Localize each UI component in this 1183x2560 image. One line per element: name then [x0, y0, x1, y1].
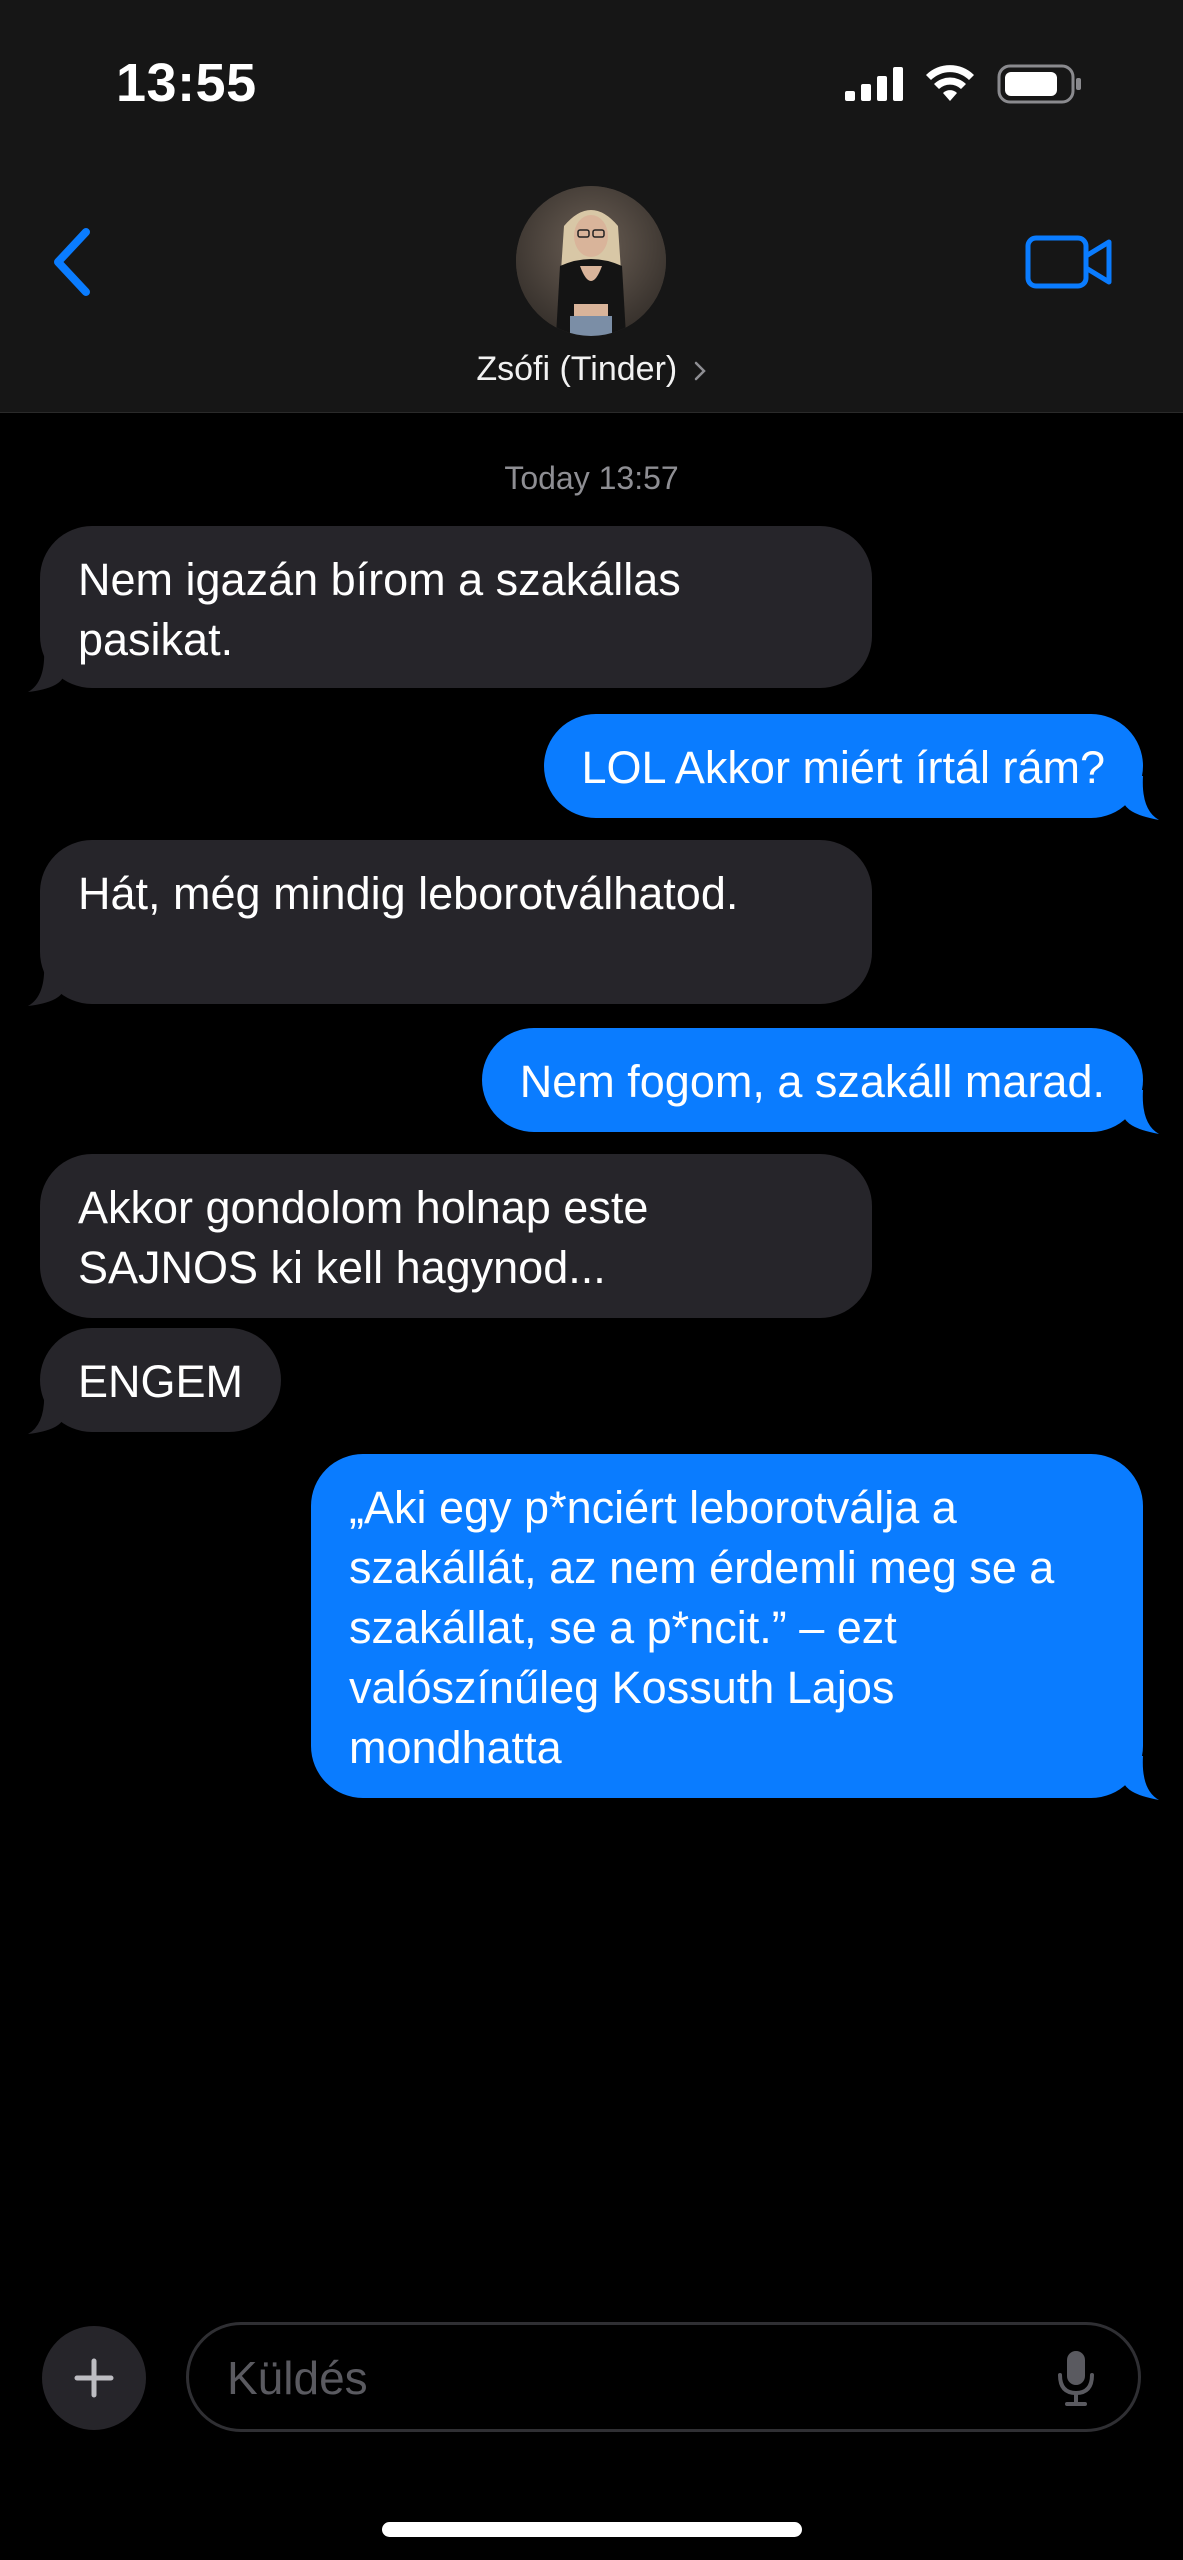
status-icons: [845, 64, 1083, 104]
plus-icon: [74, 2358, 114, 2398]
contact-avatar[interactable]: [516, 186, 666, 336]
bubble-tail: [28, 962, 64, 1006]
bubble-tail: [1123, 1090, 1159, 1134]
status-time: 13:55: [116, 53, 257, 113]
bubble-tail: [28, 1390, 64, 1434]
message-text: ENGEM: [78, 1356, 244, 1407]
bubble-tail: [1123, 1756, 1159, 1800]
message-composer[interactable]: [186, 2322, 1141, 2432]
message-input[interactable]: [225, 2325, 1029, 2431]
add-attachment-button[interactable]: [42, 2326, 146, 2430]
contact-name: Zsófi (Tinder): [476, 350, 678, 388]
message-text: Akkor gondolom holnap este SAJNOS ki kel…: [78, 1182, 649, 1293]
home-indicator[interactable]: [382, 2522, 802, 2537]
bubble-tail: [28, 648, 64, 692]
battery-icon: [997, 64, 1081, 104]
incoming-message[interactable]: ENGEM: [40, 1328, 282, 1432]
wifi-icon: [926, 65, 974, 101]
incoming-message[interactable]: Akkor gondolom holnap este SAJNOS ki kel…: [40, 1154, 872, 1318]
video-camera-icon[interactable]: [1025, 234, 1113, 290]
message-text: Hát, még mindig leborotválhatod.: [78, 868, 739, 919]
message-text: Nem fogom, a szakáll marad.: [519, 1056, 1105, 1107]
cellular-signal-icon: [845, 67, 903, 101]
bubble-tail: [1123, 776, 1159, 820]
microphone-icon[interactable]: [1056, 2349, 1096, 2407]
outgoing-message[interactable]: LOL Akkor miért írtál rám?: [543, 714, 1143, 818]
chat-header: 13:55 Zsófi (Tinder): [0, 0, 1183, 413]
message-text: LOL Akkor miért írtál rám?: [581, 742, 1105, 793]
outgoing-message[interactable]: „Aki egy p*nciért leborotválja a szakáll…: [311, 1454, 1143, 1798]
incoming-message[interactable]: Nem igazán bírom a szakállas pasikat.: [40, 526, 872, 688]
message-text: „Aki egy p*nciért leborotválja a szakáll…: [349, 1482, 1055, 1773]
back-chevron-icon[interactable]: [44, 226, 104, 298]
outgoing-message[interactable]: Nem fogom, a szakáll marad.: [481, 1028, 1143, 1132]
incoming-message[interactable]: Hát, még mindig leborotválhatod.: [40, 840, 872, 1004]
chevron-right-icon: [694, 361, 706, 381]
message-text: Nem igazán bírom a szakállas pasikat.: [78, 554, 681, 665]
conversation-timestamp: Today 13:57: [504, 460, 679, 496]
contact-name-button[interactable]: Zsófi (Tinder): [0, 350, 1183, 389]
